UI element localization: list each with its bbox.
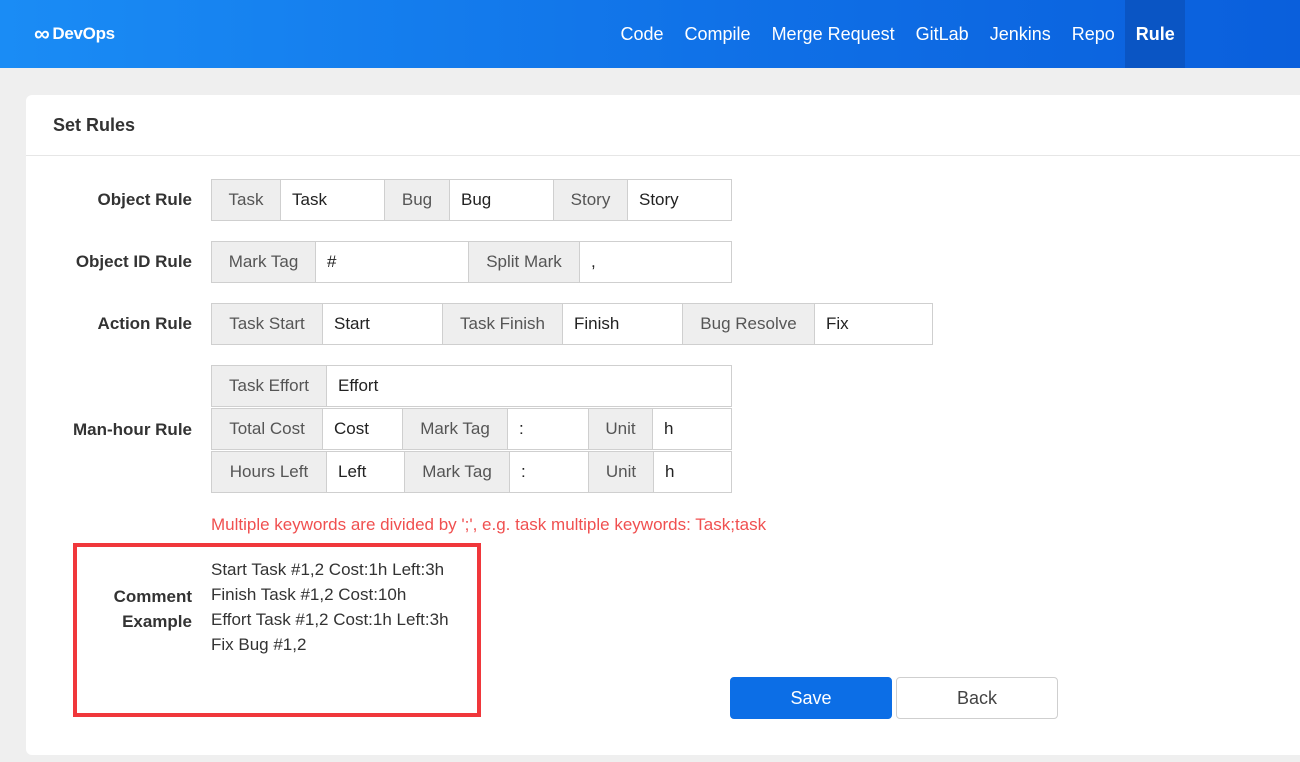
card-title: Set Rules xyxy=(26,95,1300,156)
task-effort-group: Task Effort Effort xyxy=(211,365,732,407)
task-start-input[interactable]: Start xyxy=(323,303,443,345)
comment-example-highlight-box xyxy=(73,543,481,717)
total-cost-input[interactable]: Cost xyxy=(323,408,403,450)
task-keyword-input[interactable]: Task xyxy=(281,179,385,221)
story-keyword-input[interactable]: Story xyxy=(628,179,732,221)
nav-item-gitlab[interactable]: GitLab xyxy=(905,0,979,68)
nav-item-compile[interactable]: Compile xyxy=(674,0,761,68)
object-id-rule-label: Object ID Rule xyxy=(75,252,192,271)
nav-item-rule[interactable]: Rule xyxy=(1125,0,1186,68)
object-id-rule-group: Mark Tag # Split Mark , xyxy=(211,241,732,283)
cost-mark-tag-addon: Mark Tag xyxy=(403,408,508,450)
cost-mark-tag-input[interactable]: : xyxy=(508,408,589,450)
left-unit-input[interactable]: h xyxy=(654,451,732,493)
mark-tag-addon: Mark Tag xyxy=(211,241,316,283)
nav-item-repo[interactable]: Repo xyxy=(1061,0,1125,68)
hours-left-input[interactable]: Left xyxy=(327,451,405,493)
bug-resolve-addon: Bug Resolve xyxy=(683,303,815,345)
total-cost-group: Total Cost Cost Mark Tag : Unit h xyxy=(211,408,732,450)
story-addon: Story xyxy=(554,179,628,221)
nav-item-code[interactable]: Code xyxy=(610,0,674,68)
brand-name: DevOps xyxy=(52,24,115,43)
task-effort-input[interactable]: Effort xyxy=(327,365,732,407)
object-rule-label: Object Rule xyxy=(97,190,192,209)
task-start-addon: Task Start xyxy=(211,303,323,345)
keyword-hint: Multiple keywords are divided by ';', e.… xyxy=(211,515,767,534)
nav-menu: Code Compile Merge Request GitLab Jenkin… xyxy=(610,0,1186,68)
infinity-icon: ∞ xyxy=(34,21,50,46)
action-rule-label: Action Rule xyxy=(97,314,192,333)
split-mark-addon: Split Mark xyxy=(469,241,580,283)
task-finish-input[interactable]: Finish xyxy=(563,303,683,345)
hours-left-group: Hours Left Left Mark Tag : Unit h xyxy=(211,451,732,493)
mark-tag-input[interactable]: # xyxy=(316,241,469,283)
bug-addon: Bug xyxy=(385,179,450,221)
nav-item-jenkins[interactable]: Jenkins xyxy=(979,0,1061,68)
hours-left-addon: Hours Left xyxy=(211,451,327,493)
cost-unit-input[interactable]: h xyxy=(653,408,732,450)
left-mark-tag-addon: Mark Tag xyxy=(405,451,510,493)
split-mark-input[interactable]: , xyxy=(580,241,732,283)
nav-item-merge-request[interactable]: Merge Request xyxy=(761,0,905,68)
total-cost-addon: Total Cost xyxy=(211,408,323,450)
set-rules-card: Set Rules Object Rule Task Task Bug Bug … xyxy=(26,95,1300,755)
task-effort-addon: Task Effort xyxy=(211,365,327,407)
bug-keyword-input[interactable]: Bug xyxy=(450,179,554,221)
left-unit-addon: Unit xyxy=(589,451,654,493)
bug-resolve-input[interactable]: Fix xyxy=(815,303,933,345)
action-rule-group: Task Start Start Task Finish Finish Bug … xyxy=(211,303,933,345)
object-rule-group: Task Task Bug Bug Story Story xyxy=(211,179,732,221)
top-navbar: ∞ DevOps Code Compile Merge Request GitL… xyxy=(0,0,1300,68)
man-hour-rule-label: Man-hour Rule xyxy=(73,420,192,439)
left-mark-tag-input[interactable]: : xyxy=(510,451,589,493)
back-button[interactable]: Back xyxy=(896,677,1058,719)
brand-logo[interactable]: ∞ DevOps xyxy=(34,22,115,46)
task-addon: Task xyxy=(211,179,281,221)
save-button[interactable]: Save xyxy=(730,677,892,719)
task-finish-addon: Task Finish xyxy=(443,303,563,345)
cost-unit-addon: Unit xyxy=(589,408,653,450)
